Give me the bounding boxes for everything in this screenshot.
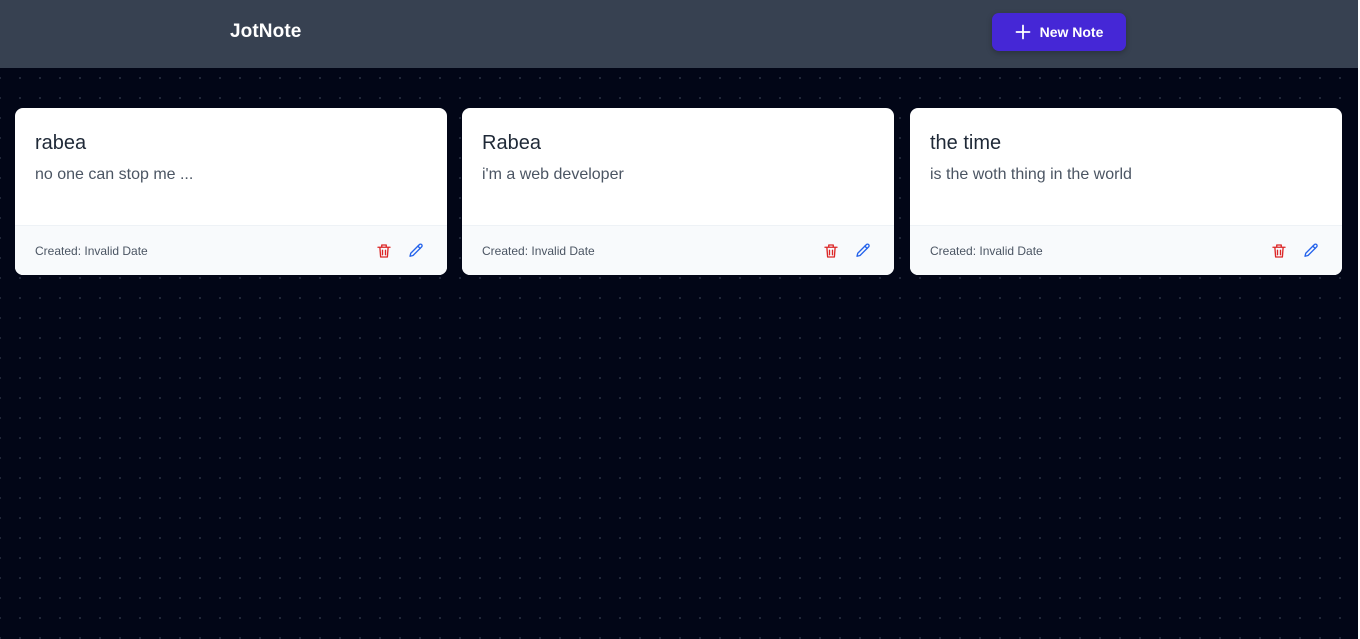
app-logo[interactable]: JotNote xyxy=(230,21,301,43)
new-note-button[interactable]: New Note xyxy=(992,13,1126,51)
pencil-icon[interactable] xyxy=(854,242,872,260)
pencil-icon[interactable] xyxy=(1302,242,1320,260)
note-card: Rabea i'm a web developer Created: Inval… xyxy=(462,108,894,275)
note-created-date: Created: Invalid Date xyxy=(35,243,148,258)
note-actions xyxy=(375,242,425,260)
note-content: is the woth thing in the world xyxy=(930,166,1132,183)
note-body: the time is the woth thing in the world xyxy=(910,108,1342,225)
app-header: JotNote New Note xyxy=(0,0,1358,68)
trash-icon[interactable] xyxy=(1270,242,1288,260)
plus-icon xyxy=(1015,24,1031,40)
note-body: rabea no one can stop me ... xyxy=(15,108,447,225)
note-actions xyxy=(1270,242,1320,260)
note-footer: Created: Invalid Date xyxy=(462,225,894,275)
app-root: JotNote New Note rabea no one can stop m… xyxy=(0,0,1358,639)
note-card: rabea no one can stop me ... Created: In… xyxy=(15,108,447,275)
note-footer: Created: Invalid Date xyxy=(910,225,1342,275)
note-title: rabea xyxy=(35,132,87,154)
note-actions xyxy=(822,242,872,260)
note-created-date: Created: Invalid Date xyxy=(930,243,1043,258)
new-note-label: New Note xyxy=(1039,24,1104,40)
note-content: no one can stop me ... xyxy=(35,166,194,183)
trash-icon[interactable] xyxy=(822,242,840,260)
note-created-date: Created: Invalid Date xyxy=(482,243,595,258)
note-content: i'm a web developer xyxy=(482,166,624,183)
note-title: the time xyxy=(930,132,1002,154)
note-title: Rabea xyxy=(482,132,541,154)
trash-icon[interactable] xyxy=(375,242,393,260)
note-footer: Created: Invalid Date xyxy=(15,225,447,275)
note-body: Rabea i'm a web developer xyxy=(462,108,894,225)
pencil-icon[interactable] xyxy=(407,242,425,260)
note-card: the time is the woth thing in the world … xyxy=(910,108,1342,275)
